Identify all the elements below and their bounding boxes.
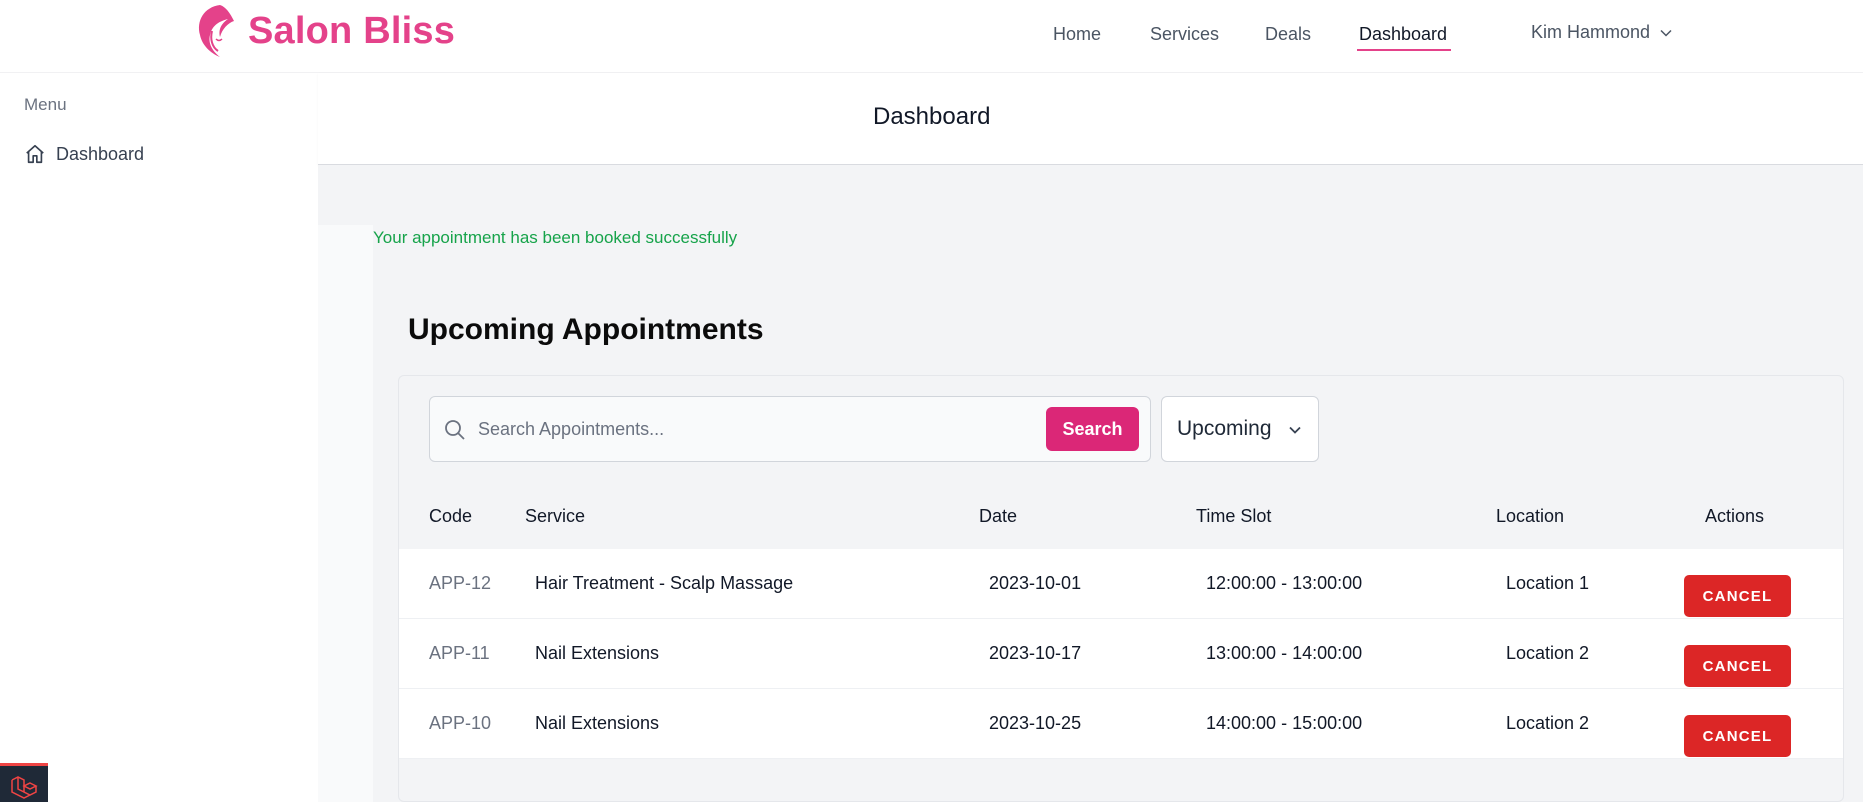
page-header: Dashboard (318, 73, 1863, 165)
laravel-logo-icon (11, 776, 38, 799)
sidebar: Menu Dashboard (0, 73, 318, 802)
sidebar-item-dashboard[interactable]: Dashboard (24, 143, 144, 165)
brand-logo[interactable]: Salon Bliss (190, 0, 455, 62)
nav-dashboard[interactable]: Dashboard (1356, 24, 1452, 51)
cell-date: 2023-10-25 (989, 713, 1082, 733)
sidebar-menu-label: Menu (24, 95, 67, 114)
search-bar: Search (429, 396, 1151, 462)
section-title: Upcoming Appointments (408, 313, 764, 346)
cell-location: Location 2 (1506, 643, 1590, 663)
cell-code: APP-12 (429, 573, 492, 593)
top-navbar: Salon Bliss Home Services Deals Dashboar… (0, 0, 1863, 73)
search-input[interactable] (478, 411, 978, 447)
column-header-actions: Actions (1705, 506, 1765, 526)
cell-date: 2023-10-17 (989, 643, 1082, 663)
woman-face-logo-icon (198, 5, 234, 57)
table-row: APP-10 Nail Extensions 2023-10-25 14:00:… (399, 689, 1843, 759)
sidebar-item-label: Dashboard (56, 143, 145, 164)
cell-service: Hair Treatment - Scalp Massage (535, 573, 794, 593)
cancel-appointment-button[interactable]: CANCEL (1684, 715, 1791, 757)
framework-badge[interactable] (0, 763, 48, 802)
cell-date: 2023-10-01 (989, 573, 1082, 593)
cell-code: APP-10 (429, 713, 492, 733)
column-header-location: Location (1496, 506, 1565, 526)
column-header-code: Code (429, 506, 473, 526)
table-row: APP-11 Nail Extensions 2023-10-17 13:00:… (399, 619, 1843, 689)
content-gutter (318, 225, 373, 802)
table-row: APP-12 Hair Treatment - Scalp Massage 20… (399, 549, 1843, 619)
cancel-appointment-button[interactable]: CANCEL (1684, 645, 1791, 687)
nav-deals[interactable]: Deals (1265, 24, 1311, 45)
home-icon (26, 144, 44, 164)
cell-location: Location 2 (1506, 713, 1590, 733)
status-filter-value: Upcoming (1177, 417, 1272, 440)
nav-services[interactable]: Services (1150, 24, 1219, 45)
search-button[interactable]: Search (1046, 407, 1139, 451)
cancel-appointment-button[interactable]: CANCEL (1684, 575, 1791, 617)
page-title: Dashboard (873, 103, 991, 130)
cell-location: Location 1 (1506, 573, 1590, 593)
cell-service: Nail Extensions (535, 643, 660, 663)
table-header: Code Service Date Time Slot Location Act… (399, 483, 1843, 549)
nav-home[interactable]: Home (1053, 24, 1101, 45)
brand-name: Salon Bliss (248, 9, 456, 52)
user-name: Kim Hammond (1531, 22, 1651, 42)
cell-service: Nail Extensions (535, 713, 660, 733)
cell-time-slot: 13:00:00 - 14:00:00 (1206, 643, 1363, 663)
cell-code: APP-11 (429, 643, 490, 663)
cell-time-slot: 14:00:00 - 15:00:00 (1206, 713, 1363, 733)
user-menu[interactable]: Kim Hammond (1531, 22, 1672, 43)
cell-time-slot: 12:00:00 - 13:00:00 (1206, 573, 1363, 593)
search-icon (445, 420, 465, 440)
success-message: Your appointment has been booked success… (373, 228, 738, 247)
column-header-service: Service (525, 506, 586, 526)
chevron-down-icon (1289, 426, 1301, 434)
column-header-time-slot: Time Slot (1196, 506, 1272, 526)
column-header-date: Date (979, 506, 1018, 526)
status-filter-select[interactable]: Upcoming (1161, 396, 1319, 462)
chevron-down-icon (1660, 29, 1672, 37)
